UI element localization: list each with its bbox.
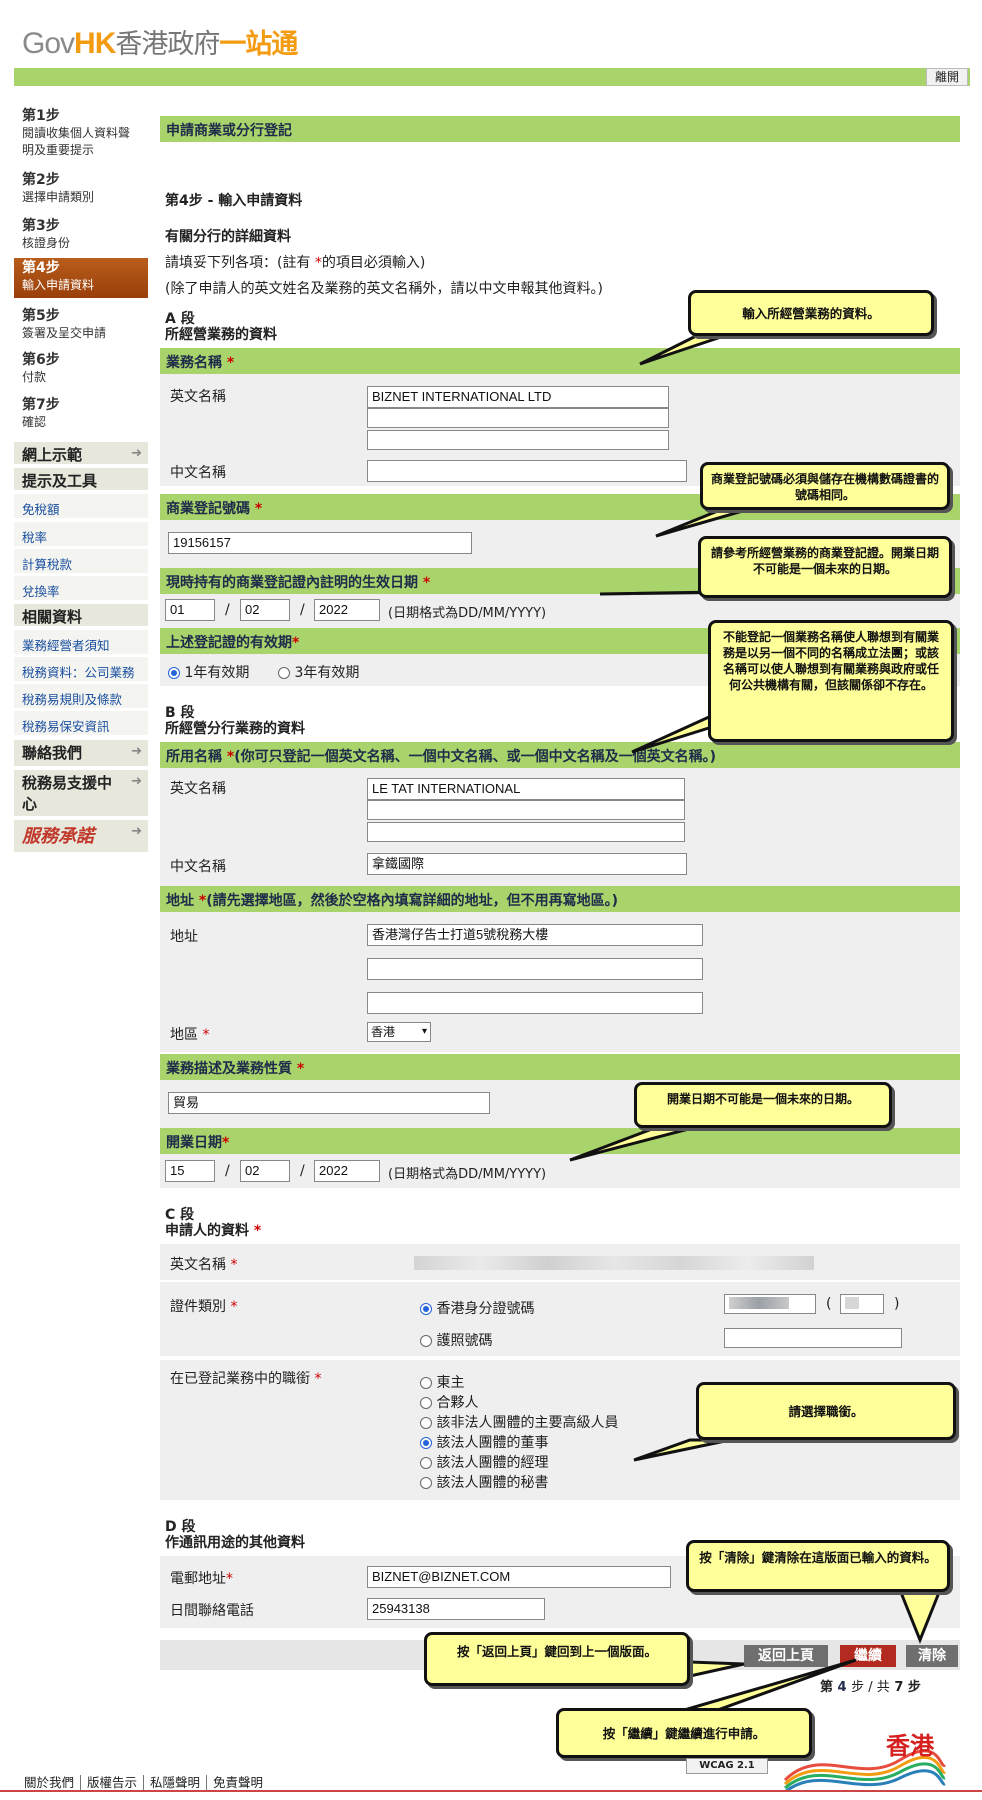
footer-links: 關於我們 版權告示 私隱聲明 免責聲明	[14, 1772, 270, 1791]
callout-business-info: 輸入所經營業務的資料。	[688, 290, 934, 336]
callout-pointer	[639, 332, 731, 366]
brand-hk-text: 香港	[886, 1732, 934, 1760]
callout-back: 按「返回上頁」鍵回到上一個版面。	[424, 1632, 690, 1686]
callout-select-position: 請選擇職銜。	[696, 1382, 956, 1440]
wcag-badge: WCAG 2.1	[686, 1758, 768, 1774]
callout-pointer	[688, 1660, 745, 1678]
callout-pointer	[655, 504, 761, 538]
callout-pointer	[633, 1438, 731, 1462]
callout-pointer	[569, 1124, 701, 1162]
callout-cert-date: 請參考所經營業務的商業登記證。開業日期不可能是一個未來的日期。	[698, 536, 952, 598]
footer-link-privacy[interactable]: 私隱聲明	[143, 1775, 207, 1790]
callout-business-name-rule: 不能登記一個業務名稱使人聯想到有關業務是以另一個不同的名稱成立法團；或該名稱可以…	[708, 620, 954, 742]
callout-clear: 按「清除」鍵清除在這版面已輸入的資料。	[686, 1540, 950, 1592]
footer-link-about[interactable]: 關於我們	[14, 1775, 80, 1790]
footer-link-disclaimer[interactable]: 免責聲明	[206, 1775, 270, 1790]
callout-pointer	[897, 1588, 943, 1645]
footer-divider	[0, 1790, 982, 1792]
callout-start-date: 開業日期不可能是一個未來的日期。	[634, 1082, 892, 1128]
footer-link-copyright[interactable]: 版權告示	[80, 1775, 144, 1790]
callout-brn: 商業登記號碼必須與儲存在機構數碼證書的號碼相同。	[700, 462, 950, 510]
callout-pointers	[569, 332, 943, 1722]
callout-continue: 按「繼續」鍵繼續進行申請。	[556, 1708, 812, 1758]
